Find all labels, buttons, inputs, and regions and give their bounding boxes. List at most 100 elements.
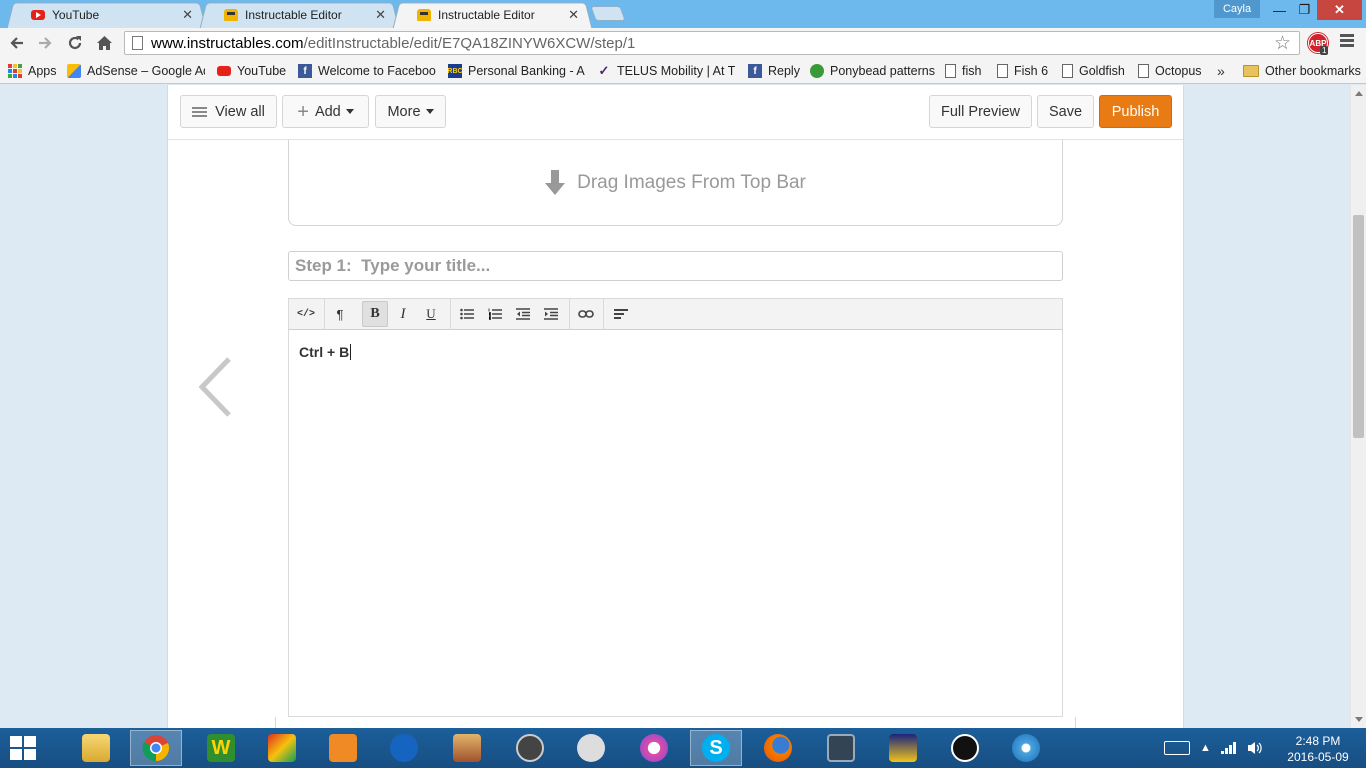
- outdent-icon[interactable]: [510, 301, 536, 327]
- step-title-input[interactable]: [288, 251, 1063, 281]
- previous-step-arrow-icon[interactable]: [198, 357, 234, 417]
- windows-start-icon[interactable]: [10, 736, 38, 762]
- touch-keyboard-icon[interactable]: [1164, 741, 1190, 755]
- step-body-editor[interactable]: Ctrl + B: [288, 330, 1063, 717]
- play-app-icon[interactable]: [939, 730, 991, 766]
- itunes-icon[interactable]: [628, 730, 680, 766]
- photo-app-icon[interactable]: [256, 730, 308, 766]
- volume-icon[interactable]: [1247, 741, 1263, 755]
- tab-title: Instructable Editor: [438, 8, 535, 22]
- home-icon[interactable]: [93, 32, 115, 54]
- adblock-count-badge: 1: [1320, 46, 1329, 55]
- scroll-down-arrow-icon[interactable]: [1355, 717, 1363, 722]
- bookmark-label: Fish 6: [1014, 64, 1049, 78]
- restore-icon[interactable]: ❐: [1291, 0, 1318, 20]
- bookmark-reply[interactable]: f Reply: [748, 62, 800, 80]
- view-all-button[interactable]: View all: [180, 95, 277, 128]
- tab-instructable-editor-1[interactable]: Instructable Editor ✕: [199, 2, 400, 29]
- save-button[interactable]: Save: [1037, 95, 1094, 128]
- close-tab-icon[interactable]: ✕: [182, 7, 193, 23]
- new-tab-button[interactable]: [590, 6, 626, 21]
- wordweb-icon[interactable]: W: [195, 730, 247, 766]
- other-bookmarks[interactable]: Other bookmarks: [1243, 62, 1361, 80]
- caret-down-icon: [345, 109, 354, 114]
- code-view-button[interactable]: </>: [293, 301, 319, 327]
- paragraph-format-button[interactable]: ¶: [327, 301, 353, 327]
- bookmarks-bar: Apps AdSense – Google Ad YouTube f Welco…: [0, 58, 1366, 84]
- page-scrollbar[interactable]: [1350, 85, 1366, 728]
- list-icon: [192, 105, 208, 119]
- insert-link-icon[interactable]: [573, 301, 599, 327]
- close-tab-icon[interactable]: ✕: [375, 7, 386, 23]
- close-tab-icon[interactable]: ✕: [568, 7, 579, 23]
- taskbar-clock[interactable]: 2:48 PM 2016-05-09: [1278, 733, 1358, 765]
- bulleted-list-icon[interactable]: [454, 301, 480, 327]
- chrome-icon[interactable]: [130, 730, 182, 766]
- page-viewport: View all + Add More Full Preview Save Pu…: [0, 85, 1350, 728]
- bookmark-octopus[interactable]: Octopus: [1138, 62, 1202, 80]
- close-window-icon[interactable]: ✕: [1317, 0, 1362, 20]
- indent-icon[interactable]: [538, 301, 564, 327]
- forward-arrow-icon[interactable]: [34, 32, 56, 54]
- bookmark-fish[interactable]: fish: [945, 62, 981, 80]
- bookmark-telus[interactable]: ✓ TELUS Mobility | At TE: [597, 62, 735, 80]
- more-button[interactable]: More: [375, 95, 446, 128]
- full-preview-button[interactable]: Full Preview: [929, 95, 1032, 128]
- bookmark-ponybead[interactable]: Ponybead patterns: [810, 62, 935, 80]
- reload-icon[interactable]: [64, 32, 86, 54]
- bold-button[interactable]: B: [362, 301, 388, 327]
- numbered-list-icon[interactable]: [482, 301, 508, 327]
- network-camera-icon[interactable]: [815, 730, 867, 766]
- bookmark-apps[interactable]: Apps: [8, 62, 57, 80]
- youtube-icon: [217, 66, 231, 76]
- scroll-thumb[interactable]: [1353, 215, 1364, 438]
- bookmark-facebook[interactable]: f Welcome to Faceboo: [298, 62, 436, 80]
- bookmark-label: fish: [962, 64, 982, 78]
- bookmark-goldfish[interactable]: Goldfish: [1062, 62, 1125, 80]
- malwarebytes-icon[interactable]: [378, 730, 430, 766]
- bookmark-youtube[interactable]: YouTube: [217, 62, 286, 80]
- minimize-icon[interactable]: —: [1266, 0, 1293, 20]
- align-left-icon[interactable]: [608, 301, 634, 327]
- profile-name[interactable]: Cayla: [1214, 0, 1260, 18]
- bookmark-star-icon[interactable]: ☆: [1274, 32, 1291, 55]
- back-arrow-icon[interactable]: [6, 32, 28, 54]
- add-label: Add: [314, 103, 341, 120]
- show-hidden-icons-icon[interactable]: ▲: [1200, 742, 1211, 754]
- address-bar[interactable]: www.instructables.com/editInstructable/e…: [124, 31, 1300, 55]
- image-drop-zone[interactable]: Drag Images From Top Bar: [288, 140, 1063, 226]
- drop-zone-label: Drag Images From Top Bar: [577, 171, 806, 193]
- italic-button[interactable]: I: [390, 301, 416, 327]
- skype-icon[interactable]: S: [690, 730, 742, 766]
- tab-instructable-editor-2[interactable]: Instructable Editor ✕: [392, 2, 593, 29]
- browser-toolbar: www.instructables.com/editInstructable/e…: [0, 28, 1366, 58]
- cheese-app-icon[interactable]: [877, 730, 929, 766]
- bookmark-label: TELUS Mobility | At TE: [617, 64, 735, 78]
- publish-button[interactable]: Publish: [1099, 95, 1172, 128]
- boat-app-icon[interactable]: [441, 730, 493, 766]
- bookmark-fish-6[interactable]: Fish 6: [997, 62, 1048, 80]
- bookmark-adsense[interactable]: AdSense – Google Ad: [67, 62, 205, 80]
- add-button[interactable]: + Add: [282, 95, 369, 128]
- file-explorer-icon[interactable]: [70, 730, 122, 766]
- firefox-icon[interactable]: [752, 730, 804, 766]
- media-player-icon[interactable]: [317, 730, 369, 766]
- network-signal-icon[interactable]: [1220, 742, 1237, 754]
- bookmarks-overflow-button[interactable]: »: [1217, 62, 1225, 80]
- url-host: www.instructables.com: [151, 34, 304, 52]
- plus-icon: +: [297, 100, 309, 123]
- tab-youtube[interactable]: YouTube ✕: [6, 2, 207, 29]
- chrome-menu-icon[interactable]: [1340, 34, 1354, 49]
- underline-button[interactable]: U: [418, 301, 444, 327]
- safari-icon[interactable]: [1000, 730, 1052, 766]
- scroll-up-arrow-icon[interactable]: [1355, 91, 1363, 96]
- rich-text-toolbar: </> ¶ B I U: [288, 298, 1063, 330]
- body-text: Ctrl + B: [299, 344, 350, 360]
- bookmark-personal-banking[interactable]: RBC Personal Banking - Ac: [448, 62, 585, 80]
- video-editor-icon[interactable]: [504, 730, 556, 766]
- webcam-app-icon[interactable]: [565, 730, 617, 766]
- rbc-icon: RBC: [448, 64, 463, 78]
- ponybead-icon: [810, 64, 824, 78]
- editor-frame-bottom: [275, 717, 1076, 728]
- tab-title: Instructable Editor: [245, 8, 342, 22]
